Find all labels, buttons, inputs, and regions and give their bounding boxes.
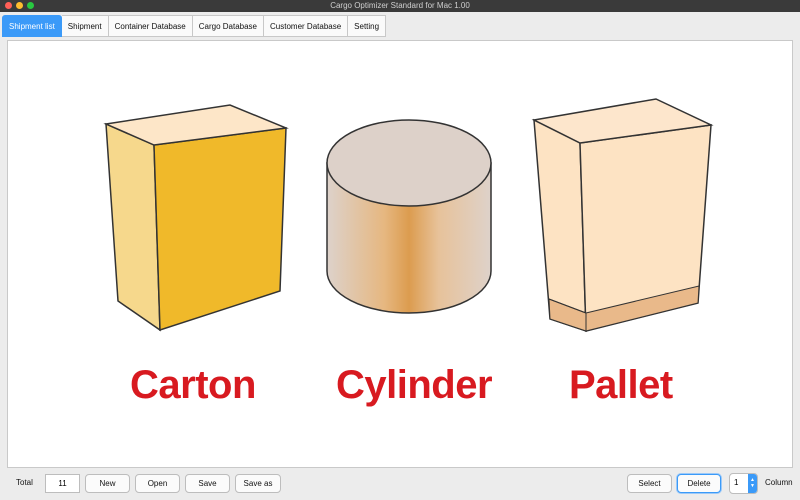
delete-button[interactable]: Delete <box>677 474 721 493</box>
carton-box-icon <box>103 104 289 332</box>
new-button[interactable]: New <box>85 474 130 493</box>
total-count-field: 11 <box>45 474 80 493</box>
pallet-box-icon <box>531 98 714 333</box>
tab-bar: Shipment list Shipment Container Databas… <box>2 15 387 37</box>
cylinder-icon <box>326 119 492 314</box>
window-title-bar: Cargo Optimizer Standard for Mac 1.00 <box>0 0 800 12</box>
zoom-window-icon[interactable] <box>27 2 34 9</box>
window-title: Cargo Optimizer Standard for Mac 1.00 <box>330 1 470 10</box>
bottom-toolbar: Total 11 New Open Save Save as Select De… <box>0 470 800 500</box>
carton-label: Carton <box>130 363 256 407</box>
cylinder-label: Cylinder <box>336 363 493 407</box>
column-stepper[interactable]: 1 ▲ ▼ <box>729 473 758 494</box>
shipment-list-panel: Carton Cylinder Pallet <box>7 40 793 468</box>
tab-shipment-list[interactable]: Shipment list <box>2 15 62 37</box>
open-button[interactable]: Open <box>135 474 180 493</box>
pallet-label: Pallet <box>569 363 673 407</box>
tab-setting[interactable]: Setting <box>348 15 387 37</box>
minimize-window-icon[interactable] <box>16 2 23 9</box>
close-window-icon[interactable] <box>5 2 12 9</box>
total-label: Total <box>16 478 33 487</box>
tab-customer-database[interactable]: Customer Database <box>264 15 349 37</box>
tab-shipment[interactable]: Shipment <box>61 15 109 37</box>
column-stepper-value: 1 <box>734 478 739 487</box>
select-button[interactable]: Select <box>627 474 672 493</box>
save-button[interactable]: Save <box>185 474 230 493</box>
stepper-arrows-icon[interactable]: ▲ ▼ <box>748 474 757 493</box>
tab-cargo-database[interactable]: Cargo Database <box>192 15 265 37</box>
tab-container-database[interactable]: Container Database <box>108 15 193 37</box>
column-label: Column <box>765 478 793 487</box>
save-as-button[interactable]: Save as <box>235 474 281 493</box>
